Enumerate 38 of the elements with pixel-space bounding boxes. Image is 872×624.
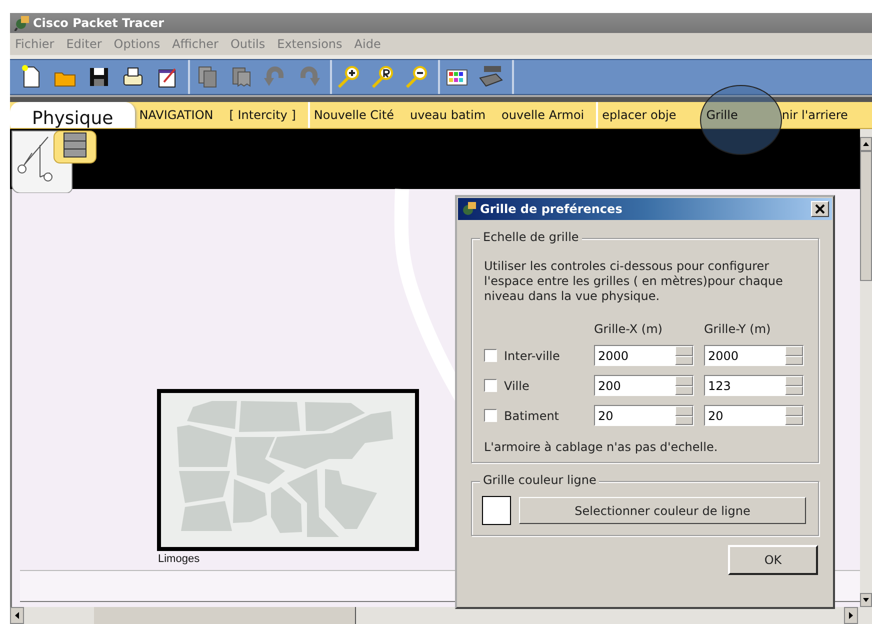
scroll-left-icon[interactable] [10, 607, 24, 624]
scroll-down-icon[interactable] [860, 593, 872, 607]
zoom-reset-icon[interactable] [370, 64, 396, 90]
zoom-in-icon[interactable] [336, 64, 362, 90]
select-color-button[interactable]: Selectionner couleur de ligne [519, 497, 806, 524]
close-button[interactable] [811, 201, 829, 217]
group-title: Grille couleur ligne [480, 473, 600, 487]
nav-button[interactable]: [ Intercity ] [225, 102, 300, 128]
place-label: Limoges [158, 553, 200, 565]
scrollbar-thumb[interactable] [860, 151, 872, 281]
workspace-tab[interactable]: Physique [10, 102, 136, 128]
scrollbar-thumb[interactable] [94, 607, 356, 624]
nav-button[interactable]: ouvelle Armoi [498, 102, 588, 128]
checkbox[interactable] [484, 349, 497, 362]
checkbox-label: Inter-ville [504, 348, 560, 362]
dialog-title: Grille de preférences [480, 202, 624, 216]
color-swatch[interactable] [482, 496, 511, 525]
ok-button[interactable]: OK [728, 545, 818, 575]
nav-button[interactable]: nir l'arriere [778, 102, 852, 128]
checkbox-label: Ville [504, 378, 530, 392]
group-title: Echelle de grille [480, 230, 582, 244]
zoom-out-icon[interactable] [404, 64, 430, 90]
app-icon [461, 201, 477, 217]
nav-button[interactable]: NAVIGATION [135, 102, 218, 128]
checkbox[interactable] [484, 409, 497, 422]
app-icon [14, 15, 30, 31]
window-title: Cisco Packet Tracer [33, 16, 164, 30]
column-header: Grille-X (m) [594, 322, 664, 336]
nav-button[interactable]: Grille [702, 102, 742, 128]
checkbox-label: Batiment [504, 408, 560, 422]
checkbox[interactable] [484, 379, 497, 392]
description-text: Utiliser les controles ci-dessous pour configurer l'espace entre les grilles ( en mètres)pour chaque niveau dans la vue physique. [484, 259, 784, 304]
note-text: L'armoire à cablage n'as pas d'echelle. [484, 440, 719, 454]
close-icon [815, 204, 825, 214]
scroll-right-icon[interactable] [844, 607, 858, 624]
scroll-up-icon[interactable] [860, 137, 872, 151]
column-header: Grille-Y (m) [704, 322, 772, 336]
nav-button[interactable]: uveau batim [406, 102, 490, 128]
